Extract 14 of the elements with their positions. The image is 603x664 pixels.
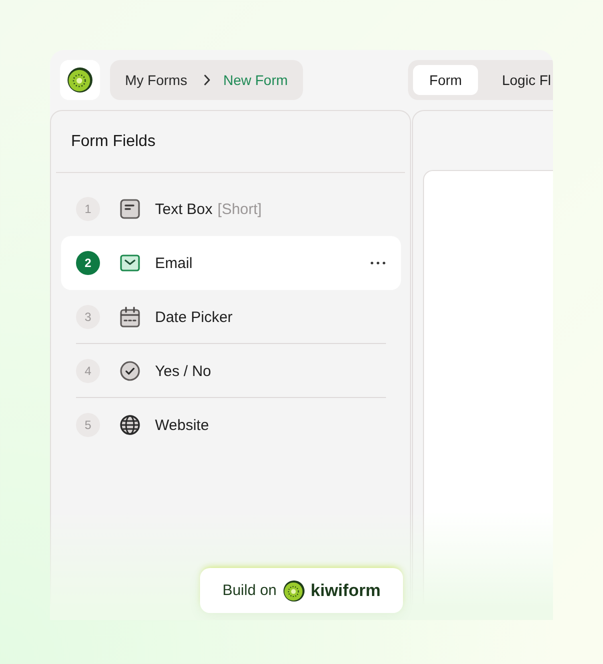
field-number: 1	[76, 197, 100, 221]
field-label: Date Picker	[155, 308, 233, 326]
build-on-text: Build on	[222, 582, 277, 599]
brand-name: kiwiform	[310, 580, 381, 600]
field-note: [Short]	[218, 200, 262, 218]
field-number: 3	[76, 305, 100, 329]
field-label: Yes / No	[155, 362, 212, 380]
field-number: 4	[76, 359, 100, 383]
field-number: 5	[76, 413, 100, 437]
field-label: Email	[155, 254, 193, 272]
field-label: Text Box	[155, 200, 213, 218]
panel-title: Form Fields	[71, 132, 156, 150]
field-label: Website	[155, 416, 209, 434]
field-number: 2	[76, 251, 100, 275]
